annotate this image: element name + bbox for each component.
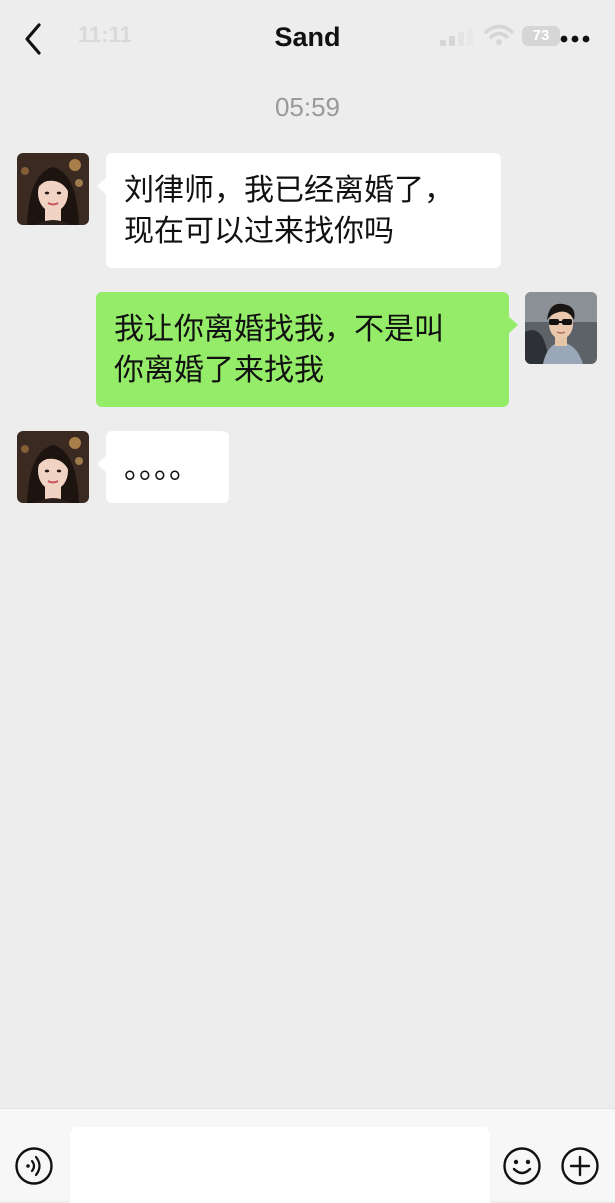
more-options-button[interactable] — [560, 26, 590, 46]
my-avatar[interactable] — [525, 292, 597, 364]
incoming-message-bubble[interactable]: 刘律师，我已经离婚了， 现在可以过来找你吗 — [97, 153, 501, 268]
battery-level: 73 — [532, 27, 550, 44]
voice-icon — [15, 1147, 53, 1185]
battery-indicator: 73 — [522, 26, 560, 46]
emoji-button[interactable] — [502, 1146, 542, 1190]
message-text-line: 。。。。 — [124, 451, 199, 486]
message-text-line: 我让你离婚找我，不是叫 — [114, 312, 444, 347]
incoming-message-bubble[interactable]: 。。。。 — [97, 431, 229, 503]
more-dots-icon — [560, 35, 590, 43]
voice-button[interactable] — [14, 1146, 54, 1190]
message-text-line: 现在可以过来找你吗 — [124, 214, 394, 249]
wifi-icon — [484, 24, 514, 45]
woman-portrait-icon — [17, 153, 89, 225]
more-functions-button[interactable] — [560, 1146, 600, 1190]
message-text-line: 你离婚了来找我 — [114, 353, 324, 388]
woman-portrait-icon — [17, 431, 89, 503]
emoji-icon — [503, 1147, 541, 1185]
message-text-line: 刘律师，我已经离婚了， — [124, 173, 454, 208]
contact-avatar[interactable] — [17, 153, 89, 225]
outgoing-message-bubble[interactable]: 我让你离婚找我，不是叫 你离婚了来找我 — [96, 292, 518, 407]
man-portrait-icon — [525, 292, 597, 364]
message-input[interactable] — [70, 1127, 490, 1203]
composer-bar — [0, 1108, 615, 1203]
cellular-signal-icon — [440, 28, 473, 46]
chat-timestamp: 05:59 — [274, 92, 341, 122]
plus-icon — [561, 1147, 599, 1185]
status-bar: 11:11 Sand 73 — [0, 0, 615, 78]
contact-avatar[interactable] — [17, 431, 89, 503]
